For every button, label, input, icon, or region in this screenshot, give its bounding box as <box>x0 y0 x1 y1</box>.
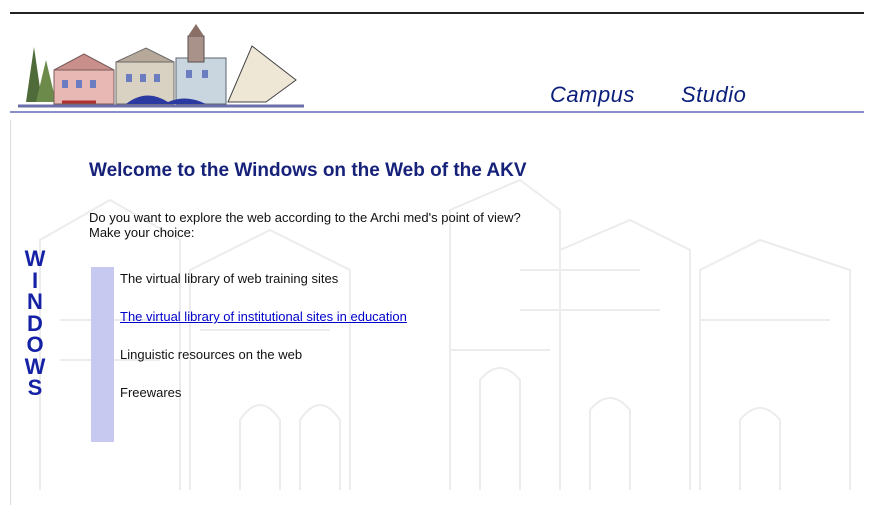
choice-web-training-library[interactable]: The virtual library of web training site… <box>120 271 338 286</box>
letter: N <box>27 289 43 314</box>
intro-line-question: Do you want to explore the web according… <box>89 210 521 225</box>
letter: D <box>27 310 43 336</box>
choice-freewares[interactable]: Freewares <box>120 385 181 400</box>
nav-campus-link[interactable]: Campus <box>550 82 635 108</box>
header-divider <box>10 111 864 113</box>
page-title: Welcome to the Windows on the Web of the… <box>89 160 527 181</box>
top-divider <box>10 12 864 14</box>
choices-accent-bar <box>91 267 114 442</box>
windows-vertical-logo: W I N D O W S <box>20 248 50 399</box>
town-banner-image <box>18 24 304 108</box>
left-edge-line <box>10 120 11 505</box>
choice-linguistic-resources[interactable]: Linguistic resources on the web <box>120 347 302 362</box>
choice-institutional-library-link[interactable]: The virtual library of institutional sit… <box>120 309 407 324</box>
letter: O <box>26 332 44 357</box>
nav-studio-link[interactable]: Studio <box>681 82 746 108</box>
letter: W <box>24 246 46 271</box>
letter: S <box>27 375 43 400</box>
intro-text: Do you want to explore the web according… <box>89 210 521 240</box>
intro-line-choice: Make your choice: <box>89 225 195 240</box>
letter: W <box>24 353 46 379</box>
letter: I <box>31 267 39 293</box>
